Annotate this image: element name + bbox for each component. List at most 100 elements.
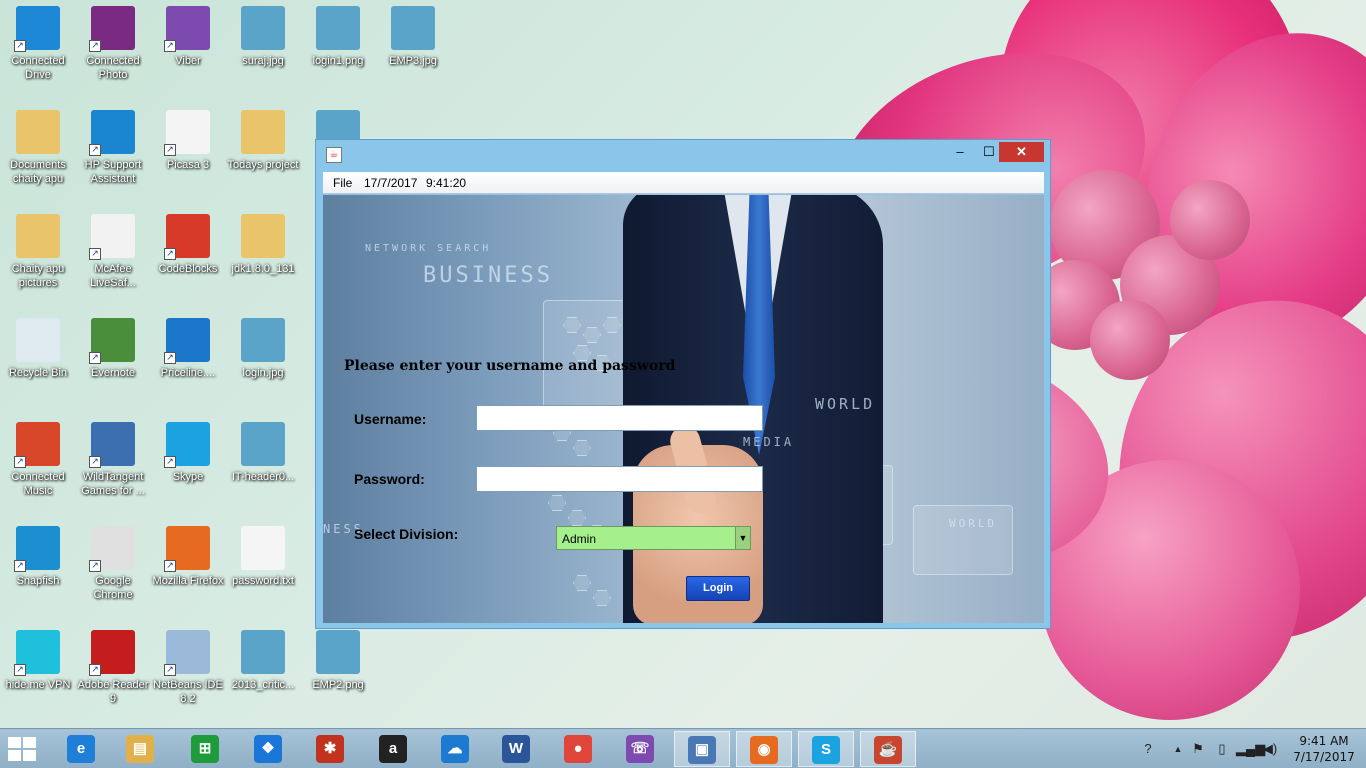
taskbar-item[interactable]: e: [53, 731, 109, 767]
desktop-icon[interactable]: Chaity apu pictures: [0, 208, 76, 290]
skype-icon: S: [812, 736, 840, 764]
background-panel: [913, 505, 1013, 575]
show-hidden-icons-icon[interactable]: ▲: [1170, 741, 1186, 757]
shortcut-arrow-icon: ↗: [164, 456, 176, 468]
wallpaper-bud: [1090, 300, 1170, 380]
desktop-icon[interactable]: jdk1.8.0_131: [225, 208, 301, 276]
taskbar: e ▤ ⊞ ❖ ✱ a ☁ W ● ☏ ▣ ◉ S ☕ ? ▲ ⚑ ▯ ▂▄▆ ◀) 9:41 AM 7/…: [0, 728, 1366, 768]
desktop-icon[interactable]: ↗ Mozilla Firefox: [150, 520, 226, 588]
login-button[interactable]: Login: [686, 576, 750, 601]
shortcut-arrow-icon: ↗: [89, 40, 101, 52]
desktop-icon[interactable]: login.jpg: [225, 312, 301, 380]
flag-icon[interactable]: ⚑: [1190, 741, 1206, 757]
password-input[interactable]: [476, 466, 763, 492]
desktop-icon[interactable]: ↗ Connected Music: [0, 416, 76, 498]
desktop-icon[interactable]: Todays project: [225, 104, 301, 172]
folder-icon: [16, 214, 60, 258]
desktop-icon[interactable]: ↗ HP Support Assistant: [75, 104, 151, 186]
shortcut-arrow-icon: ↗: [164, 248, 176, 260]
desktop-icon[interactable]: EMP3.jpg: [375, 0, 451, 68]
clock[interactable]: 9:41 AM 7/17/2017: [1288, 733, 1360, 765]
login-panel: NETWORK SEARCH BUSINESS NESS MEDIA WORLD…: [323, 195, 1044, 623]
desktop-icon[interactable]: ↗ Snapfish: [0, 520, 76, 588]
clock-date: 7/17/2017: [1293, 750, 1355, 764]
desktop-icon[interactable]: ↗ Priceline....: [150, 312, 226, 380]
desktop-icon[interactable]: ↗ Connected Photo: [75, 0, 151, 82]
window-titlebar[interactable]: ☕ – ☐ ✕: [316, 140, 1050, 170]
desktop-icon[interactable]: EMP2.png: [300, 624, 376, 692]
image-file-icon: [316, 630, 360, 674]
desktop-icon[interactable]: ↗ hide.me VPN: [0, 624, 76, 692]
desktop-icon-label: hide.me VPN: [5, 679, 71, 691]
taskbar-item[interactable]: ☁: [427, 731, 483, 767]
desktop-icon[interactable]: 2013_critic...: [225, 624, 301, 692]
username-input[interactable]: [476, 405, 763, 431]
division-select[interactable]: Admin ▼: [556, 526, 751, 550]
skype-icon: ↗: [164, 422, 210, 468]
shortcut-arrow-icon: ↗: [89, 664, 101, 676]
desktop-icon[interactable]: ↗ Picasa 3: [150, 104, 226, 172]
shortcut-arrow-icon: ↗: [89, 456, 101, 468]
desktop-icon[interactable]: Documents chaity apu: [0, 104, 76, 186]
desktop-icon[interactable]: ↗ NetBeans IDE 8.2: [150, 624, 226, 706]
minimize-button[interactable]: –: [948, 142, 972, 162]
login-window[interactable]: ☕ – ☐ ✕ File 17/7/2017 9:41:20 NETWORK S…: [315, 139, 1051, 629]
desktop-icon[interactable]: ↗ Google Chrome: [75, 520, 151, 602]
desktop-icon[interactable]: ↗ WildTangent Games for ...: [75, 416, 151, 498]
menu-time: 9:41:20: [426, 176, 467, 190]
desktop-icon-label: Documents chaity apu: [10, 159, 66, 185]
division-label: Select Division:: [354, 526, 459, 542]
desktop-icon[interactable]: ↗ McAfee LiveSaf...: [75, 208, 151, 290]
chevron-down-icon[interactable]: ▼: [735, 527, 750, 549]
desktop-icon[interactable]: ↗ Adobe Reader 9: [75, 624, 151, 706]
taskbar-item[interactable]: ▣: [674, 731, 730, 767]
menu-file[interactable]: File: [333, 176, 352, 190]
taskbar-item[interactable]: S: [798, 731, 854, 767]
taskbar-item[interactable]: a: [365, 731, 421, 767]
help-icon[interactable]: ?: [1140, 741, 1156, 757]
desktop-icon[interactable]: ↗ Evernote: [75, 312, 151, 380]
battery-icon[interactable]: ▯: [1214, 741, 1230, 757]
internet-explorer-icon: e: [67, 735, 95, 763]
desktop-icon-label: Google Chrome: [93, 575, 133, 601]
taskbar-item[interactable]: ⊞: [177, 731, 233, 767]
taskbar-item[interactable]: ◉: [736, 731, 792, 767]
taskbar-item[interactable]: W: [488, 731, 544, 767]
taskbar-item[interactable]: ☕: [860, 731, 916, 767]
password-label: Password:: [354, 471, 425, 487]
desktop-icon-label: login.jpg: [242, 367, 284, 379]
desktop-icon[interactable]: Recycle Bin: [0, 312, 76, 380]
taskbar-item[interactable]: ❖: [240, 731, 296, 767]
close-button[interactable]: ✕: [999, 142, 1044, 162]
division-selected-value: Admin: [562, 532, 597, 546]
dropbox-icon: ❖: [254, 735, 282, 763]
desktop-icon[interactable]: ↗ Connected Drive: [0, 0, 76, 82]
desktop-icon[interactable]: IT-header0...: [225, 416, 301, 484]
desktop-icon[interactable]: password.txt: [225, 520, 301, 588]
wallpaper-bud: [1170, 180, 1250, 260]
desktop-icon[interactable]: login1.png: [300, 0, 376, 68]
desktop-icon[interactable]: ↗ CodeBlocks: [150, 208, 226, 276]
start-button[interactable]: [8, 737, 38, 763]
network-signal-icon[interactable]: ▂▄▆: [1236, 741, 1265, 757]
desktop-icon-label: 2013_critic...: [231, 679, 295, 691]
shortcut-arrow-icon: ↗: [89, 352, 101, 364]
desktop-icon[interactable]: ↗ Skype: [150, 416, 226, 484]
word-icon: W: [502, 735, 530, 763]
desktop-icon-label: Picasa 3: [166, 159, 210, 171]
taskbar-item[interactable]: ▤: [112, 731, 168, 767]
desktop-icon-label: Priceline....: [160, 367, 216, 379]
desktop-icon-label: CodeBlocks: [158, 263, 218, 275]
volume-icon[interactable]: ◀): [1262, 741, 1278, 757]
desktop-icon[interactable]: suraj.jpg: [225, 0, 301, 68]
shortcut-arrow-icon: ↗: [14, 560, 26, 572]
firefox-icon: ↗: [164, 526, 210, 572]
taskbar-item[interactable]: ✱: [302, 731, 358, 767]
taskbar-item[interactable]: ☏: [612, 731, 668, 767]
login-prompt: Please enter your username and password: [344, 358, 676, 374]
windows-logo-icon: [8, 750, 21, 761]
desktop-icon[interactable]: ↗ Viber: [150, 0, 226, 68]
taskbar-item[interactable]: ●: [550, 731, 606, 767]
folder-icon: [241, 110, 285, 154]
background-hexagon: [593, 590, 611, 606]
